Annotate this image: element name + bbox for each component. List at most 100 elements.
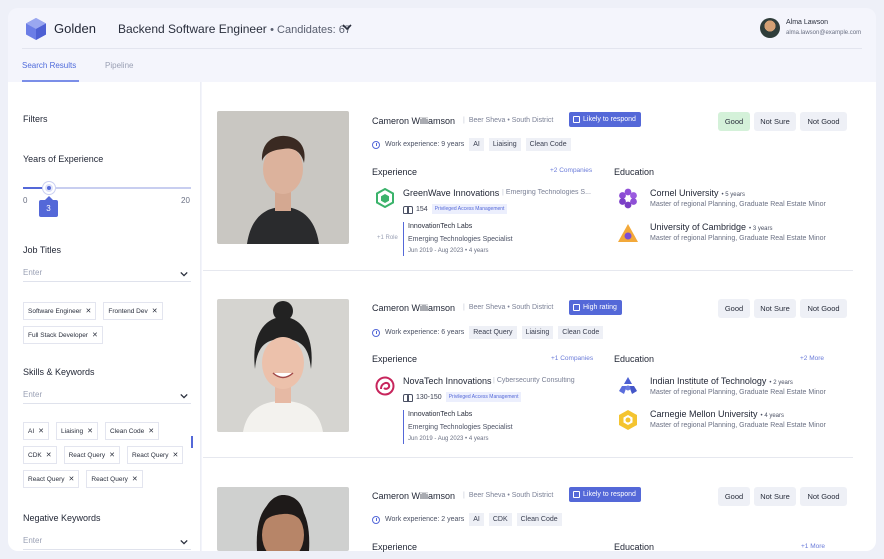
good-button[interactable]: Good [718,487,750,506]
close-icon[interactable]: ✕ [148,427,154,435]
header-divider [22,48,862,49]
chip[interactable]: Frontend Dev ✕ [103,302,163,320]
years-slider-handle[interactable] [43,182,55,194]
not-sure-button[interactable]: Not Sure [754,112,796,131]
hexagon-icon [376,188,394,208]
skills-placeholder: Enter [23,390,43,399]
not-good-button[interactable]: Not Good [800,299,847,318]
school-name[interactable]: Carnegie Mellon University • 4 years [650,409,784,419]
flower-icon [619,188,637,209]
chevron-down-icon[interactable] [342,22,352,32]
close-icon[interactable]: ✕ [85,307,91,315]
experience-years: Work experience: 6 years [385,329,465,336]
status-badge: High rating [569,300,622,315]
candidate-name[interactable]: Cameron Williamson [372,303,455,313]
job-selector[interactable]: Backend Software Engineer • Candidates: … [118,22,351,36]
school-name[interactable]: Indian Institute of Technology • 2 years [650,376,793,386]
more-education-link[interactable]: +2 More [800,355,824,362]
not-good-button[interactable]: Not Good [800,487,847,506]
chip[interactable]: Liaising ✕ [56,422,98,440]
triangle-icon [618,224,638,242]
job-titles-chips: Software Engineer ✕ Frontend Dev ✕ Full St… [23,302,199,344]
chip[interactable]: AI ✕ [23,422,50,440]
close-icon[interactable]: ✕ [46,451,52,459]
close-icon[interactable]: ✕ [109,451,115,459]
clock-icon [372,515,380,524]
company-industry: Emerging Technologies S... [502,189,597,196]
golden-logo-icon [26,18,46,40]
close-icon[interactable]: ✕ [152,307,158,315]
school-name[interactable]: Cornel University • 5 years [650,188,745,198]
chevron-down-icon[interactable] [180,392,188,400]
avatar[interactable] [760,18,780,38]
company-industry: Cybersecurity Consulting [493,377,588,384]
chip[interactable]: React Query ✕ [86,470,143,488]
job-titles-input[interactable]: Enter [23,268,191,282]
close-icon[interactable]: ✕ [69,475,75,483]
chip[interactable]: React Query ✕ [23,470,80,488]
more-companies-link[interactable]: +1 Companies [551,355,593,362]
role-timeline [403,222,404,256]
chip[interactable]: Clean Code ✕ [104,422,160,440]
candidate-name[interactable]: Cameron Williamson [372,116,455,126]
skill-tag: React Query [469,326,517,339]
skill-tag: Clean Code [558,326,604,339]
message-icon [573,116,580,123]
role-company: InnovationTech Labs [408,411,473,418]
candidate-location: Beer Sheva • South District [463,492,554,499]
tab-pipeline[interactable]: Pipeline [105,61,133,70]
not-good-button[interactable]: Not Good [800,112,847,131]
candidate-name[interactable]: Cameron Williamson [372,491,455,501]
company-name[interactable]: NovaTech Innovations [403,376,492,386]
role-title: Emerging Technologies Specialist [408,236,513,243]
skills-chips: AI ✕ Liaising ✕ Clean Code ✕ CDK ✕ React Que… [23,422,189,488]
close-icon[interactable]: ✕ [172,451,178,459]
school-name[interactable]: University of Cambridge • 3 years [650,222,773,232]
close-icon[interactable]: ✕ [132,475,138,483]
chip[interactable]: Software Engineer ✕ [23,302,97,320]
employee-count: 154 [416,205,428,213]
chip[interactable]: Full Stack Developer ✕ [23,326,103,344]
experience-row: Work experience: 9 years AI Liaising Cle… [372,138,571,151]
skill-tag: CDK [488,513,512,526]
chevron-down-icon[interactable] [180,538,188,546]
clock-icon [372,140,380,149]
more-education-link[interactable]: +1 More [801,543,825,550]
close-icon[interactable]: ✕ [38,427,44,435]
degree: Master of regional Planning, Graduate Re… [650,201,826,208]
message-icon [573,491,580,498]
job-titles-label: Job Titles [23,245,62,255]
filters-panel: Filters Years of Experience 0 20 3 Job T… [8,82,201,551]
employee-count: 130-150 [416,393,442,401]
good-button[interactable]: Good [718,112,750,131]
close-icon[interactable]: ✕ [87,427,93,435]
role-timeline [403,410,404,444]
not-sure-button[interactable]: Not Sure [754,487,796,506]
not-sure-button[interactable]: Not Sure [754,299,796,318]
skill-tag: Liaising [521,326,554,339]
company-name[interactable]: GreenWave Innovations [403,188,499,198]
experience-title: Experience [372,354,418,364]
close-icon[interactable]: ✕ [92,331,98,339]
card-divider [203,270,853,271]
chip[interactable]: React Query ✕ [126,446,184,464]
experience-years: Work experience: 2 years [385,516,465,523]
status-badge: Likely to respond [569,487,641,502]
chip[interactable]: CDK ✕ [23,446,57,464]
good-button[interactable]: Good [718,299,750,318]
more-roles-link[interactable]: +1 Role [377,235,398,241]
negative-input[interactable]: Enter [23,536,191,550]
user-email: alma.lawson@example.com [786,30,862,36]
more-companies-link[interactable]: +2 Companies [550,167,592,174]
chip[interactable]: React Query ✕ [63,446,120,464]
tab-search-results[interactable]: Search Results [22,61,76,70]
degree: Master of regional Planning, Graduate Re… [650,389,826,396]
chips-scrollbar[interactable] [191,436,193,448]
chevron-down-icon[interactable] [180,270,188,278]
skills-input[interactable]: Enter [23,390,191,404]
skill-tag: Clean Code [516,513,562,526]
candidate-location: Beer Sheva • South District [463,304,554,311]
experience-years: Work experience: 9 years [385,141,465,148]
skill-tag: Liaising [488,138,521,151]
filters-title: Filters [23,114,48,124]
